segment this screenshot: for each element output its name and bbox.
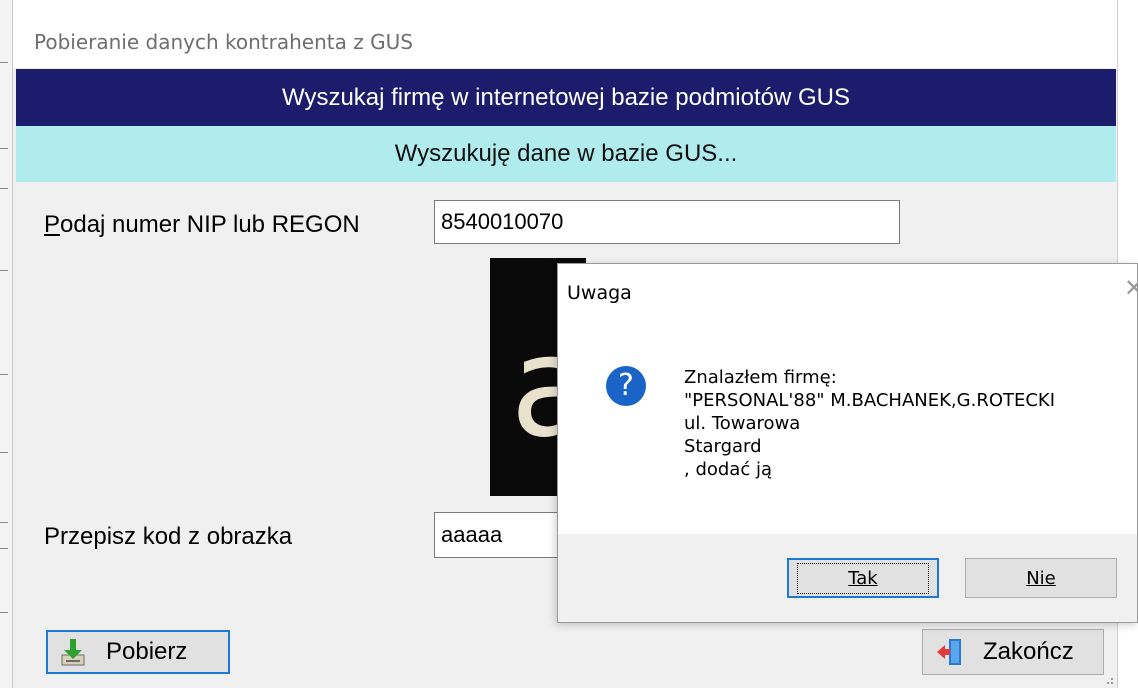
title-bar[interactable]: Pobieranie danych kontrahenta z GUS	[13, 0, 1117, 68]
dialog-footer: Tak Nie	[558, 534, 1137, 622]
close-button[interactable]: Zakończ	[922, 629, 1104, 675]
dialog-message-line: Stargard	[684, 436, 762, 457]
no-button[interactable]: Nie	[965, 558, 1117, 598]
question-icon: ?	[606, 366, 646, 406]
nip-input[interactable]	[434, 200, 900, 244]
fetch-button[interactable]: Pobierz	[46, 630, 230, 674]
code-input[interactable]	[434, 512, 574, 558]
confirm-dialog: Uwaga ✕ ? Znalazłem firmę: "PERSONAL'88"…	[557, 263, 1138, 623]
dialog-message: Znalazłem firmę: "PERSONAL'88" M.BACHANE…	[684, 366, 1055, 481]
yes-button[interactable]: Tak	[787, 558, 939, 598]
dialog-title: Uwaga	[567, 282, 632, 304]
yes-button-label: Tak	[797, 562, 929, 594]
no-button-label: Nie	[1026, 567, 1056, 589]
nip-label: Podaj numer NIP lub REGON	[44, 211, 360, 238]
exit-door-icon	[935, 637, 965, 667]
background-window-edge	[0, 0, 13, 688]
header-banner: Wyszukaj firmę w internetowej bazie podm…	[16, 69, 1116, 126]
dialog-message-line: Znalazłem firmę:	[684, 367, 837, 388]
download-icon	[58, 637, 88, 667]
close-button-label: Zakończ	[983, 638, 1074, 665]
dialog-message-line: ul. Towarowa	[684, 413, 801, 434]
code-label: Przepisz kod z obrazka	[44, 523, 293, 550]
fetch-button-label: Pobierz	[106, 638, 188, 665]
dialog-message-line: , dodać ją	[684, 459, 772, 480]
resize-grip-icon[interactable]	[1101, 672, 1113, 684]
status-banner: Wyszukuję dane w bazie GUS...	[16, 126, 1116, 182]
dialog-message-line: "PERSONAL'88" M.BACHANEK,G.ROTECKI	[684, 390, 1056, 411]
window-title: Pobieranie danych kontrahenta z GUS	[34, 30, 413, 54]
close-icon[interactable]: ✕	[1124, 274, 1138, 303]
